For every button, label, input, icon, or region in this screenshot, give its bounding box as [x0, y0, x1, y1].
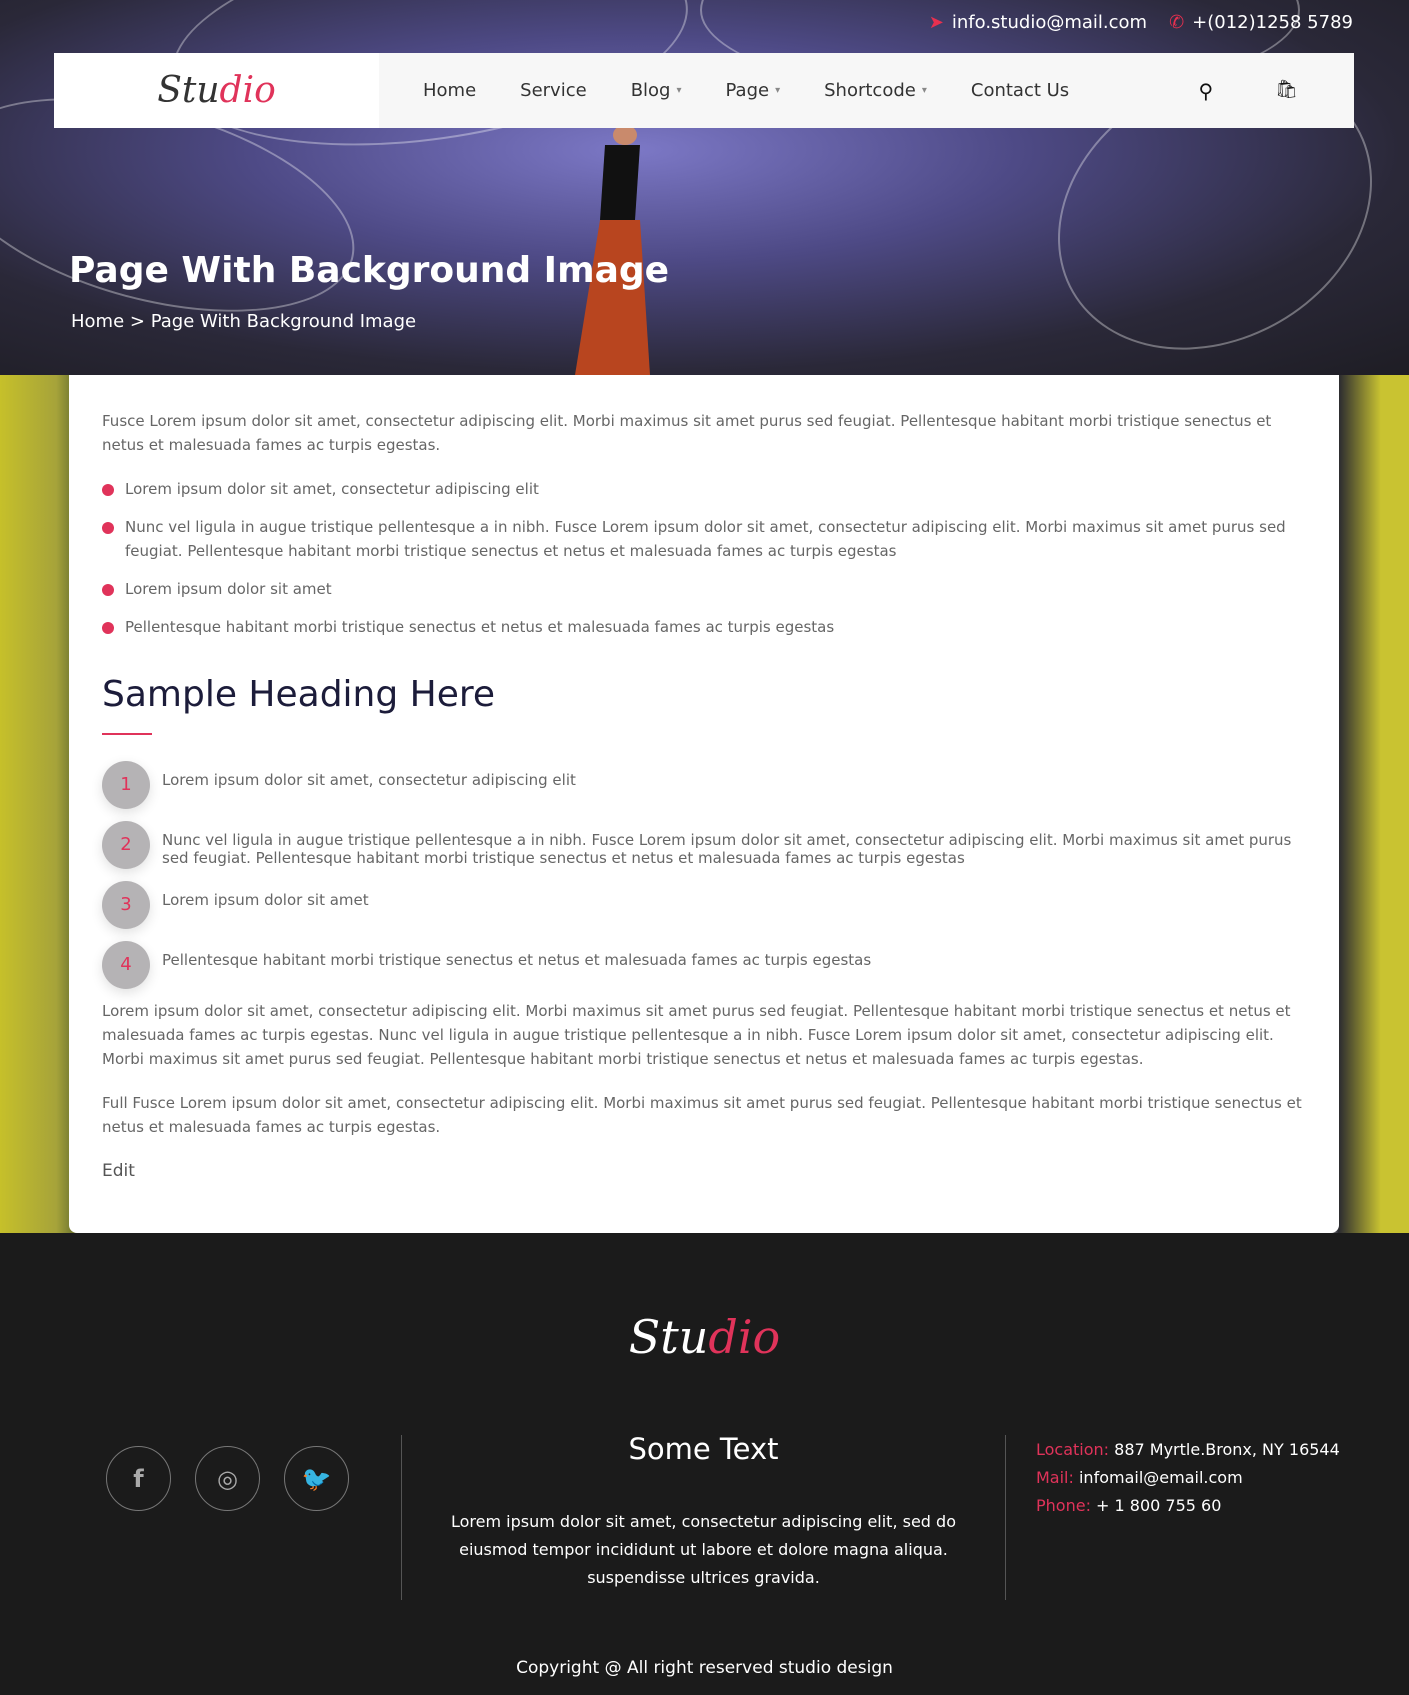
- edit-link[interactable]: Edit: [102, 1159, 1306, 1183]
- social-links: f ◎ 🐦: [106, 1446, 349, 1511]
- chevron-down-icon: ▾: [676, 85, 682, 96]
- contact-value: + 1 800 755 60: [1096, 1496, 1222, 1515]
- bullet-list: Lorem ipsum dolor sit amet, consectetur …: [102, 477, 1306, 639]
- nav-item-page[interactable]: Page ▾: [726, 80, 781, 101]
- footer-logo[interactable]: Studio: [0, 1310, 1409, 1364]
- divider: [1005, 1435, 1006, 1600]
- breadcrumb: Home > Page With Background Image: [71, 311, 416, 332]
- phone-contact[interactable]: ✆ +(012)1258 5789: [1169, 12, 1353, 33]
- contact-value: 887 Myrtle.Bronx, NY 16544: [1114, 1440, 1340, 1459]
- heading-underline: [102, 733, 152, 735]
- footer-text: Lorem ipsum dolor sit amet, consectetur …: [451, 1512, 956, 1587]
- list-item: Pellentesque habitant morbi tristique se…: [102, 615, 1306, 639]
- list-item: Nunc vel ligula in augue tristique pelle…: [102, 515, 1306, 563]
- numbered-item: 1 Lorem ipsum dolor sit amet, consectetur…: [102, 761, 1306, 821]
- contact-line: Mail: infomail@email.com: [1036, 1464, 1340, 1492]
- contact-value: infomail@email.com: [1078, 1468, 1243, 1487]
- nav-item-contact-us[interactable]: Contact Us: [971, 80, 1069, 101]
- intro-paragraph: Fusce Lorem ipsum dolor sit amet, consec…: [102, 412, 1272, 454]
- footer-about: Some Text Lorem ipsum dolor sit amet, co…: [402, 1432, 1005, 1592]
- breadcrumb-home[interactable]: Home: [71, 311, 124, 332]
- footer-contact: Location: 887 Myrtle.Bronx, NY 16544 Mail…: [1036, 1436, 1340, 1520]
- number-badge: 3: [102, 881, 150, 929]
- chevron-down-icon: ▾: [775, 85, 781, 96]
- numbered-item: 2 Nunc vel ligula in augue tristique pell…: [102, 821, 1306, 881]
- nav-item-service[interactable]: Service: [520, 80, 587, 101]
- footer-title: Some Text: [628, 1432, 779, 1466]
- nav-item-label: Contact Us: [970, 80, 1070, 101]
- nav-item-label: Service: [520, 80, 587, 101]
- contact-line: Phone: + 1 800 755 60: [1036, 1492, 1340, 1520]
- body-paragraph: Full Fusce Lorem ipsum dolor sit amet, c…: [102, 1094, 1302, 1136]
- nav-item-label: Shortcode: [824, 80, 916, 101]
- section-heading: Sample Heading Here: [102, 674, 496, 715]
- email-contact[interactable]: ➤ info.studio@mail.com: [929, 12, 1147, 33]
- phone-icon: ✆: [1169, 12, 1185, 33]
- nav-item-blog[interactable]: Blog ▾: [631, 80, 682, 101]
- number-badge: 4: [102, 941, 150, 989]
- numbered-item-text: Pellentesque habitant morbi tristique se…: [162, 951, 872, 969]
- nav-menu: Home Service Blog ▾ Page ▾ Shortcode ▾ Contact U…: [423, 80, 1113, 101]
- top-contact-bar: ➤ info.studio@mail.com ✆ +(012)1258 5789: [929, 12, 1353, 33]
- list-item: Lorem ipsum dolor sit amet, consectetur …: [102, 477, 1306, 501]
- nav-item-label: Home: [423, 80, 477, 101]
- contact-label: Location:: [1036, 1440, 1110, 1459]
- chevron-down-icon: ▾: [921, 85, 927, 96]
- nav-item-shortcode[interactable]: Shortcode ▾: [824, 80, 927, 101]
- numbered-item: 4 Pellentesque habitant morbi tristique s…: [102, 941, 1306, 1001]
- numbered-list: 1 Lorem ipsum dolor sit amet, consectetur…: [102, 761, 1306, 1001]
- logo[interactable]: Stu dio: [54, 53, 379, 128]
- nav-item-label: Page: [725, 80, 770, 101]
- number-badge: 2: [102, 821, 150, 869]
- instagram-icon[interactable]: ◎: [195, 1446, 260, 1511]
- twitter-icon[interactable]: 🐦: [284, 1446, 349, 1511]
- content-card: Fusce Lorem ipsum dolor sit amet, consec…: [69, 375, 1339, 1233]
- search-icon[interactable]: ⚲: [1198, 79, 1213, 103]
- nav-item-home[interactable]: Home: [423, 80, 476, 101]
- breadcrumb-separator: >: [129, 311, 145, 332]
- contact-line: Location: 887 Myrtle.Bronx, NY 16544: [1036, 1436, 1340, 1464]
- numbered-item-text: Lorem ipsum dolor sit amet: [162, 891, 369, 909]
- numbered-item-text: Lorem ipsum dolor sit amet, consectetur …: [162, 771, 576, 789]
- breadcrumb-current: Page With Background Image: [150, 311, 417, 332]
- copyright: Copyright @ All right reserved studio de…: [516, 1658, 893, 1678]
- main-navbar: Stu dio Home Service Blog ▾ Page ▾ Shortcode ▾ Co…: [54, 53, 1354, 128]
- numbered-item: 3 Lorem ipsum dolor sit amet: [102, 881, 1306, 941]
- body-paragraph: Lorem ipsum dolor sit amet, consectetur …: [102, 1002, 1291, 1068]
- number-badge: 1: [102, 761, 150, 809]
- paper-plane-icon: ➤: [928, 12, 944, 33]
- list-item: Lorem ipsum dolor sit amet: [102, 577, 1306, 601]
- contact-label: Mail:: [1036, 1468, 1074, 1487]
- numbered-item-text: Nunc vel ligula in augue tristique pelle…: [162, 831, 1292, 867]
- facebook-icon[interactable]: f: [106, 1446, 171, 1511]
- hero-banner: ➤ info.studio@mail.com ✆ +(012)1258 5789 S…: [0, 0, 1409, 375]
- nav-item-label: Blog: [630, 80, 671, 101]
- cart-icon[interactable]: 🛍: [1275, 79, 1298, 103]
- page-title: Page With Background Image: [69, 250, 670, 291]
- contact-label: Phone:: [1036, 1496, 1091, 1515]
